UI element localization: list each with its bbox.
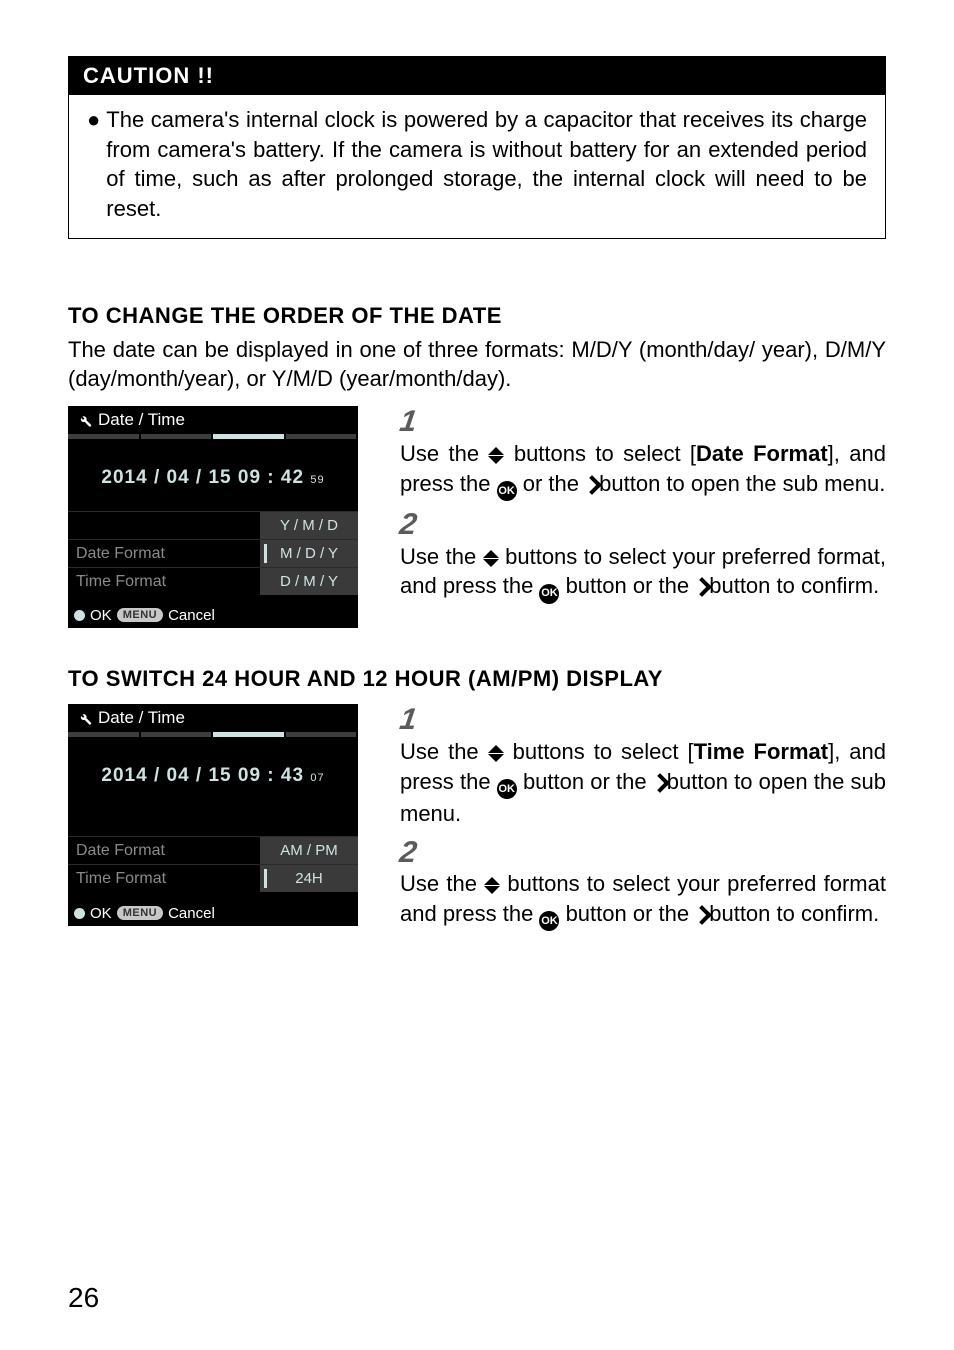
tab-segment xyxy=(286,434,357,439)
wrench-icon xyxy=(76,412,92,428)
time-format-label: Time Format xyxy=(68,568,260,595)
ok-icon: OK xyxy=(539,911,559,931)
ok-icon: OK xyxy=(497,481,517,501)
time-format-label: Time Format xyxy=(68,865,260,892)
tab-segment xyxy=(141,434,212,439)
bullet-icon: ● xyxy=(87,105,100,224)
cancel-label: Cancel xyxy=(168,905,215,922)
option-dmy[interactable]: D / M / Y xyxy=(260,568,358,595)
date-format-label: Date Format xyxy=(68,540,260,567)
option-ampm[interactable]: AM / PM xyxy=(260,837,358,864)
option-ymd[interactable]: Y / M / D xyxy=(260,512,358,539)
up-down-icon xyxy=(484,876,500,895)
record-icon xyxy=(74,610,85,621)
camera-screen-time-format: Date / Time 2014 / 04 / 15 09 : 43 07 Da… xyxy=(68,704,358,926)
caution-box: CAUTION !! ● The camera's internal clock… xyxy=(68,56,886,239)
ok-icon: OK xyxy=(539,584,559,604)
tab-segment xyxy=(141,732,212,737)
right-arrow-icon xyxy=(585,470,599,500)
cancel-label: Cancel xyxy=(168,607,215,624)
right-arrow-icon xyxy=(653,768,667,798)
menu-pill: MENU xyxy=(117,906,163,920)
tab-segment-active xyxy=(213,732,284,737)
step-number-2: 2 xyxy=(398,511,417,538)
menu-pill: MENU xyxy=(117,608,163,622)
step-1-text: Use the buttons to select [Time Format],… xyxy=(400,737,886,829)
tab-segment xyxy=(68,732,139,737)
right-arrow-icon xyxy=(695,572,709,602)
caution-text: The camera's internal clock is powered b… xyxy=(106,105,867,224)
step-number-1: 1 xyxy=(398,706,417,733)
ok-label: OK xyxy=(90,607,112,624)
date-format-label: Date Format xyxy=(68,837,260,864)
screen-title: Date / Time xyxy=(98,708,185,728)
right-arrow-icon xyxy=(695,900,709,930)
camera-screen-date-format: Date / Time 2014 / 04 / 15 09 : 42 59 Y … xyxy=(68,406,358,628)
up-down-icon xyxy=(488,744,504,763)
step-1-text: Use the buttons to select [Date Format],… xyxy=(400,439,886,501)
step-number-2: 2 xyxy=(398,839,417,866)
tab-segment xyxy=(68,434,139,439)
step-2-text: Use the buttons to select your preferred… xyxy=(400,869,886,931)
step-2-text: Use the buttons to select your preferred… xyxy=(400,542,886,604)
ok-label: OK xyxy=(90,905,112,922)
option-mdy[interactable]: M / D / Y xyxy=(260,540,358,567)
screen-title: Date / Time xyxy=(98,410,185,430)
tab-segment-active xyxy=(213,434,284,439)
step-number-1: 1 xyxy=(398,408,417,435)
record-icon xyxy=(74,908,85,919)
screen-datetime: 2014 / 04 / 15 09 : 42 59 xyxy=(68,439,358,511)
option-24h[interactable]: 24H xyxy=(260,865,358,892)
caution-header: CAUTION !! xyxy=(69,57,885,95)
section-time-format-title: TO SWITCH 24 HOUR AND 12 HOUR (AM/PM) DI… xyxy=(68,666,886,692)
screen-datetime: 2014 / 04 / 15 09 : 43 07 xyxy=(68,737,358,809)
wrench-icon xyxy=(76,710,92,726)
section-date-order-intro: The date can be displayed in one of thre… xyxy=(68,335,886,394)
up-down-icon xyxy=(483,549,499,568)
tab-segment xyxy=(286,732,357,737)
up-down-icon xyxy=(488,446,504,465)
section-date-order-title: TO CHANGE THE ORDER OF THE DATE xyxy=(68,303,886,329)
ok-icon: OK xyxy=(497,779,517,799)
page-number: 26 xyxy=(68,1282,99,1314)
